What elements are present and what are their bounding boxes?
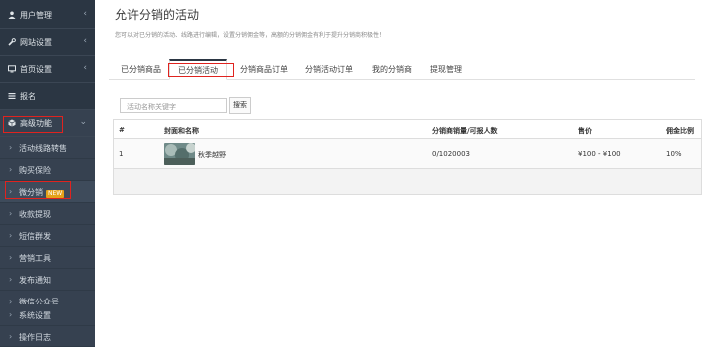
sidebar-item-label: 网站设置: [20, 38, 52, 47]
search-button[interactable]: 搜索: [229, 97, 251, 114]
column-header-index: #: [119, 126, 125, 134]
chevron-left-icon: ‹: [83, 63, 87, 73]
tab-withdraw-management[interactable]: 提现管理: [430, 64, 462, 75]
activity-table: # 封面和名称 分销商销量/可报人数 售价 佣金比例 1 秋季越野 0/1020…: [113, 119, 702, 195]
chevron-right-icon: ›: [9, 165, 13, 174]
submenu-item-route-resale[interactable]: › 活动线路转售: [0, 137, 95, 159]
chevron-right-icon: ›: [9, 310, 13, 319]
page-title: 允许分销的活动: [115, 8, 200, 22]
chevron-left-icon: ‹: [83, 9, 87, 19]
chevron-right-icon: ›: [9, 209, 13, 218]
submenu-item-marketing-tools[interactable]: › 营销工具: [0, 247, 95, 269]
column-header-cover-name: 封面和名称: [164, 127, 199, 135]
submenu-item-label: 营销工具: [19, 254, 51, 263]
sidebar-item-user-management[interactable]: 用户管理 ‹: [0, 2, 95, 29]
sidebar-item-label: 报名: [20, 92, 36, 101]
sidebar-item-home-settings[interactable]: 首页设置 ‹: [0, 56, 95, 83]
row-sales: 0/1020003: [432, 150, 470, 158]
column-header-commission: 佣金比例: [666, 127, 694, 135]
submenu-item-system-settings[interactable]: › 系统设置: [0, 304, 95, 326]
table-row: 1 秋季越野 0/1020003 ¥100 - ¥100 10%: [114, 139, 701, 169]
column-header-sales: 分销商销量/可报人数: [432, 127, 498, 135]
chevron-left-icon: ‹: [83, 36, 87, 46]
row-price: ¥100 - ¥100: [578, 150, 621, 158]
submenu-item-label: 购买保险: [19, 166, 51, 175]
sidebar-item-label: 首页设置: [20, 65, 52, 74]
submenu-item-publish-notice[interactable]: › 发布通知: [0, 269, 95, 291]
list-icon: [8, 93, 16, 99]
submenu-item-label: 操作日志: [19, 333, 51, 342]
row-commission: 10%: [666, 150, 682, 158]
sidebar-item-site-settings[interactable]: 网站设置 ‹: [0, 29, 95, 56]
submenu-item-label: 收款提现: [19, 210, 51, 219]
row-index: 1: [119, 150, 124, 158]
submenu-item-label: 短信群发: [19, 232, 51, 241]
submenu-item-payment-withdraw[interactable]: › 收款提现: [0, 203, 95, 225]
highlight-box: [168, 63, 234, 77]
chevron-down-icon: ⌄: [79, 117, 87, 127]
chevron-right-icon: ›: [9, 275, 13, 284]
main-content: 允许分销的活动 您可以对已分销的活动、线路进行编辑，设置分销佣金等，高额的分销佣…: [95, 0, 702, 347]
sidebar-item-registration[interactable]: 报名: [0, 83, 95, 110]
cover-image: [164, 143, 195, 165]
wrench-icon: [8, 38, 16, 46]
page-description: 您可以对已分销的活动、线路进行编辑，设置分销佣金等，高额的分销佣金有利于提升分销…: [115, 32, 386, 39]
submenu-item-label: 系统设置: [19, 311, 51, 320]
highlight-box: [3, 116, 63, 133]
chevron-right-icon: ›: [9, 231, 13, 240]
monitor-icon: [8, 65, 16, 73]
user-icon: [8, 11, 16, 19]
submenu-item-label: 发布通知: [19, 276, 51, 285]
submenu-item-buy-insurance[interactable]: › 购买保险: [0, 159, 95, 181]
chevron-right-icon: ›: [9, 253, 13, 262]
column-header-price: 售价: [578, 127, 592, 135]
tab-activity-orders[interactable]: 分销活动订单: [305, 64, 353, 75]
submenu-item-label: 活动线路转售: [19, 144, 67, 153]
tab-my-distributors[interactable]: 我的分销商: [372, 64, 412, 75]
sidebar: 用户管理 ‹ 网站设置 ‹ 首页设置 ‹ 报名 高级功能 ⌄ › 活动线路转售 …: [0, 0, 95, 347]
highlight-box: [5, 181, 71, 199]
submenu-item-sms-broadcast[interactable]: › 短信群发: [0, 225, 95, 247]
chevron-right-icon: ›: [9, 332, 13, 341]
tab-distributed-products[interactable]: 已分销商品: [121, 64, 161, 75]
submenu-item-operation-log[interactable]: › 操作日志: [0, 326, 95, 347]
table-header: # 封面和名称 分销商销量/可报人数 售价 佣金比例: [114, 120, 701, 139]
sidebar-item-label: 用户管理: [20, 11, 52, 20]
chevron-right-icon: ›: [9, 143, 13, 152]
search-input[interactable]: 活动名称关键字: [120, 98, 227, 113]
activity-name-link[interactable]: 秋季越野: [198, 150, 226, 160]
tab-product-orders[interactable]: 分销商品订单: [240, 64, 288, 75]
